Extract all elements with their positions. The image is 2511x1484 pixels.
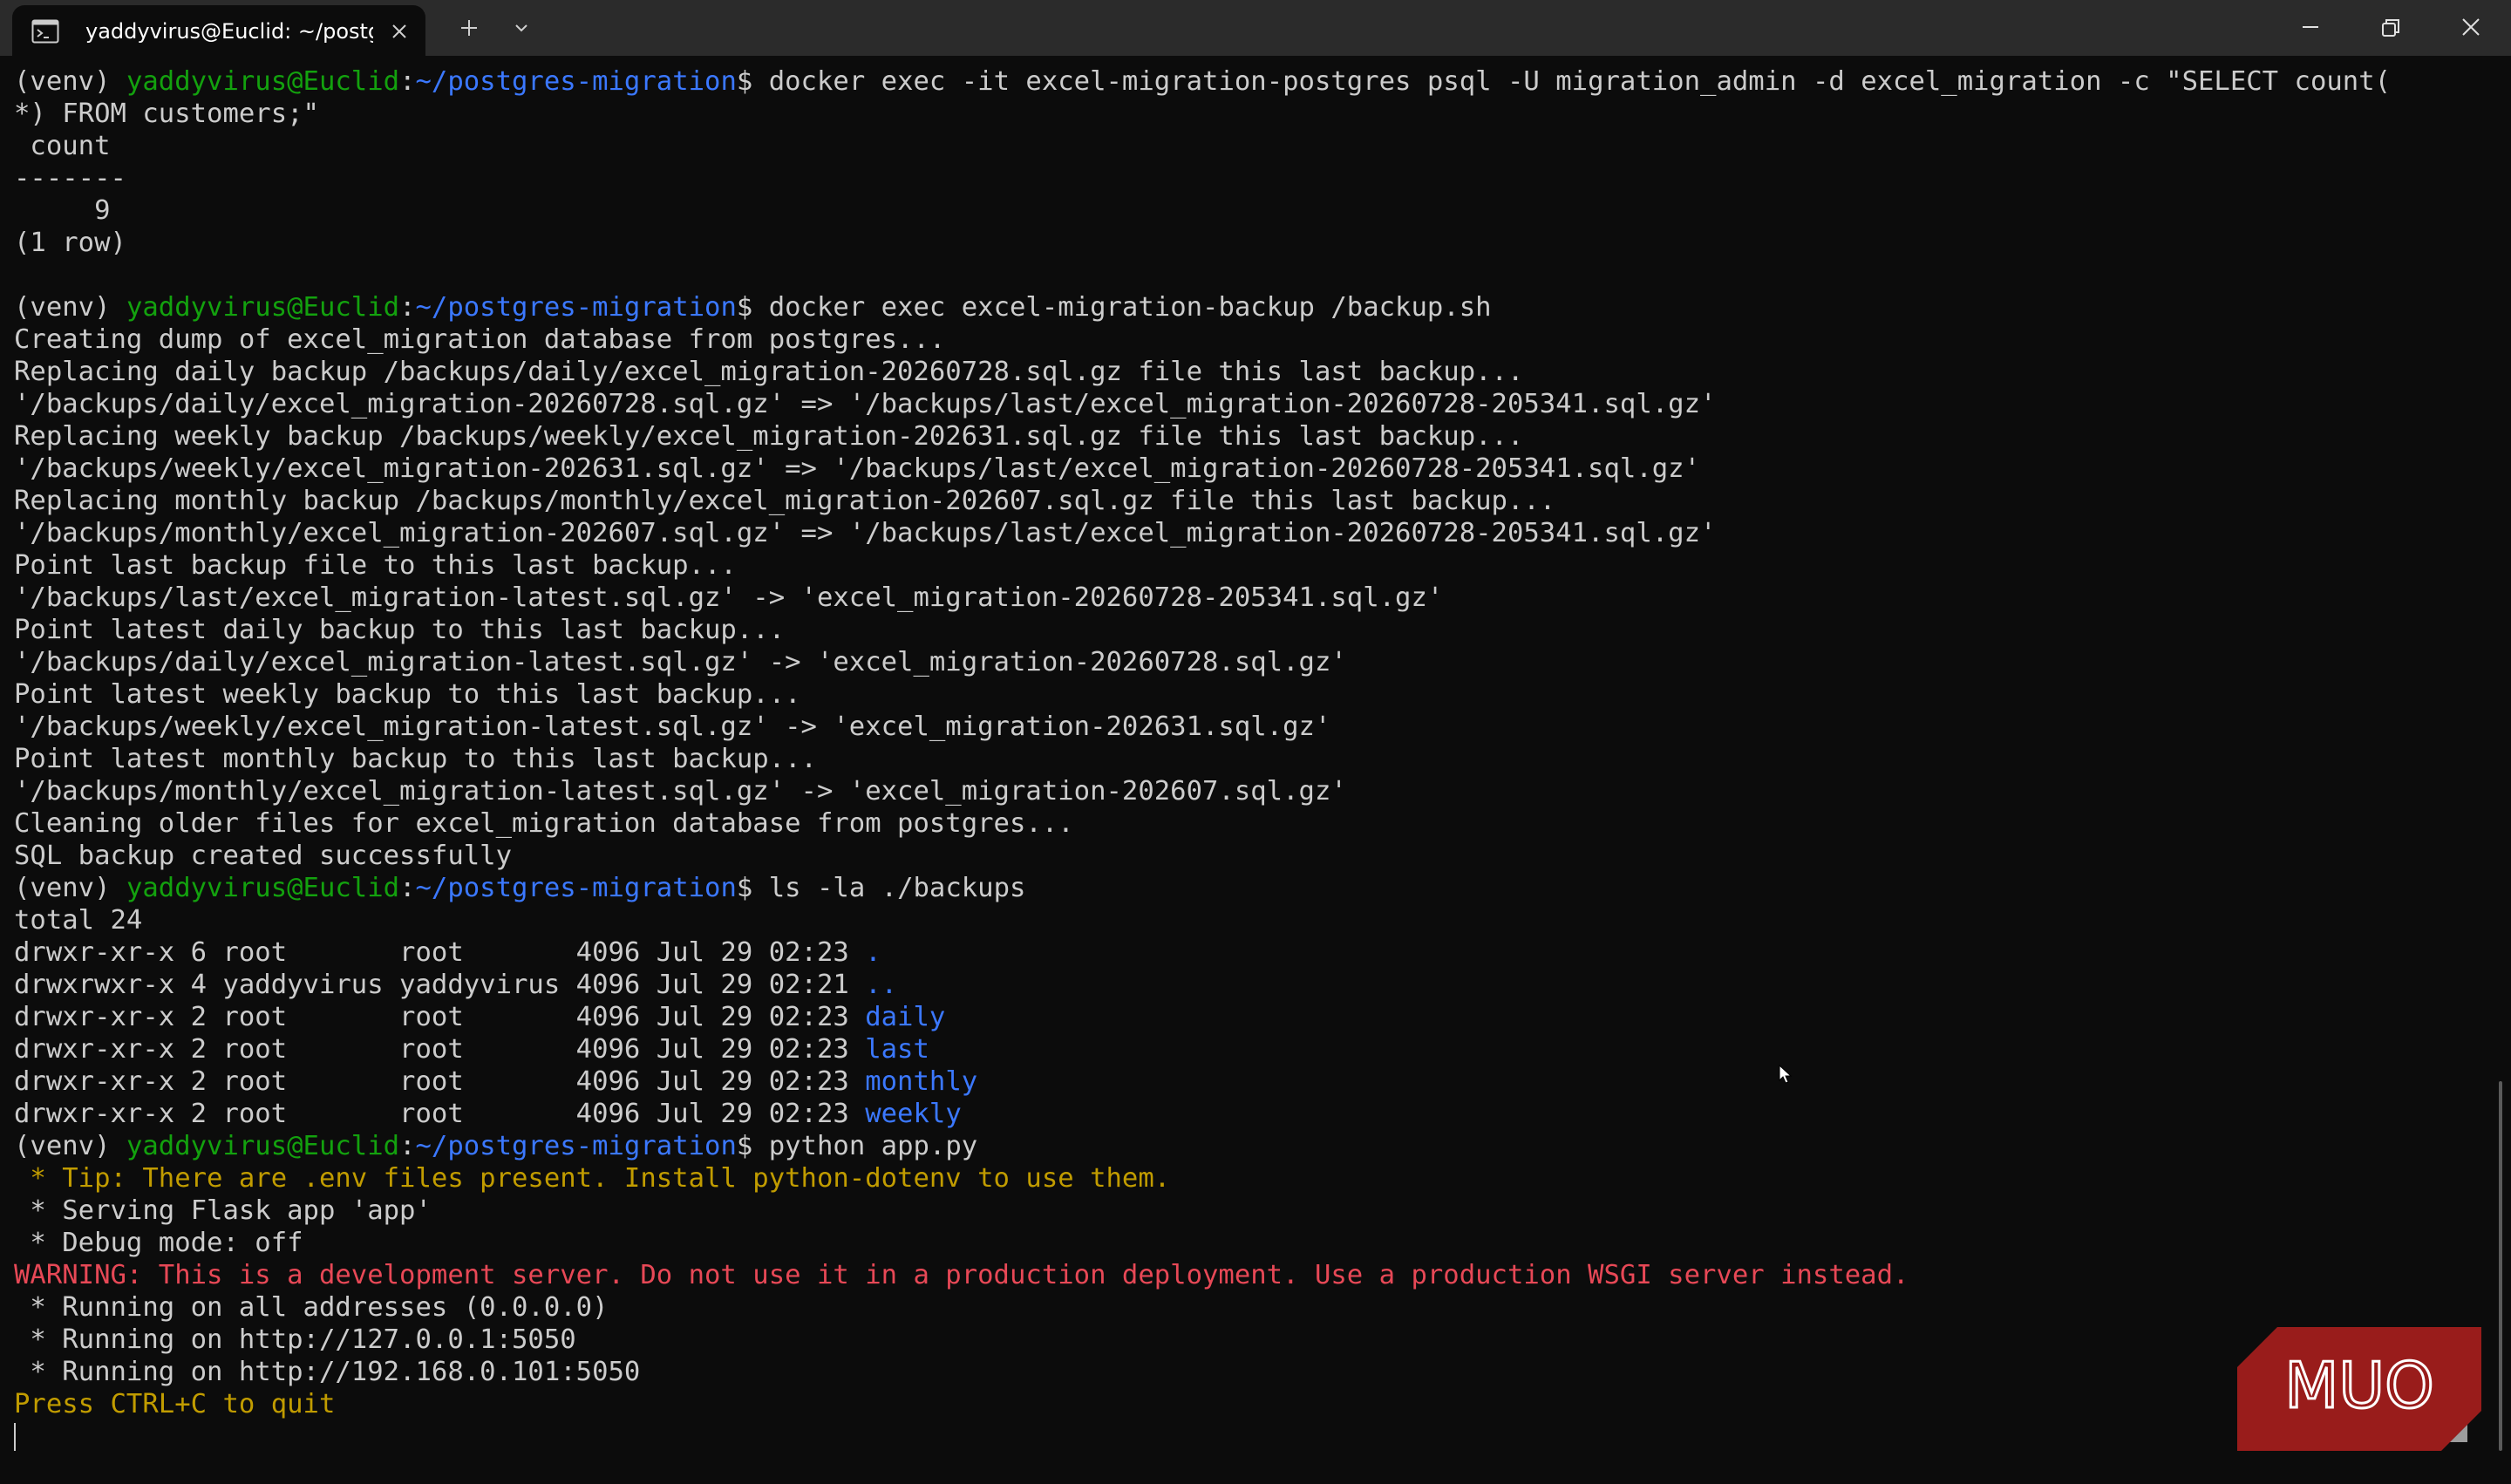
output-line: SQL backup created successfully — [14, 841, 512, 871]
scrollbar[interactable] — [2499, 1081, 2502, 1451]
directory-name: weekly — [865, 1099, 962, 1129]
prompt-dollar: $ — [736, 66, 769, 97]
command-text: docker exec -it excel-migration-postgres… — [768, 66, 2392, 97]
muo-watermark-logo: MUO — [2237, 1327, 2481, 1451]
prompt-user-host: yaddyvirus@Euclid — [126, 1131, 400, 1161]
ls-entry-info: drwxr-xr-x 2 root root 4096 Jul 29 02:23 — [14, 1099, 866, 1129]
command-text: docker exec excel-migration-backup /back… — [768, 292, 1492, 323]
flask-warning: WARNING: This is a development server. D… — [14, 1260, 1909, 1290]
prompt-user-host: yaddyvirus@Euclid — [126, 66, 400, 97]
title-bar: yaddyvirus@Euclid: ~/postgres-migration — [0, 0, 2511, 56]
flask-serving: * Serving Flask app 'app' — [14, 1195, 432, 1226]
close-icon[interactable] — [2431, 0, 2511, 56]
terminal-tab[interactable]: yaddyvirus@Euclid: ~/postgres-migration — [12, 5, 425, 56]
command-continuation: *) FROM customers;" — [14, 99, 319, 129]
ls-entry-info: drwxr-xr-x 6 root root 4096 Jul 29 02:23 — [14, 937, 866, 968]
flask-quit: Press CTRL+C to quit — [14, 1389, 336, 1419]
terminal-icon — [31, 19, 59, 44]
output-line: Point latest weekly backup to this last … — [14, 679, 801, 710]
prompt-dollar: $ — [736, 292, 769, 323]
text-cursor — [14, 1423, 16, 1451]
flask-debug: * Debug mode: off — [14, 1228, 303, 1258]
plus-icon[interactable] — [452, 12, 487, 44]
prompt-colon: : — [399, 1131, 416, 1161]
ls-entry-info: drwxr-xr-x 2 root root 4096 Jul 29 02:23 — [14, 1034, 866, 1065]
prompt-user-host: yaddyvirus@Euclid — [126, 873, 400, 903]
ls-entry-info: drwxr-xr-x 2 root root 4096 Jul 29 02:23 — [14, 1066, 866, 1097]
directory-name: last — [865, 1034, 929, 1065]
mouse-pointer-icon — [1779, 1065, 1793, 1084]
close-tab-icon[interactable] — [389, 21, 410, 42]
output-line: Replacing weekly backup /backups/weekly/… — [14, 421, 1524, 452]
prompt-path: ~/postgres-migration — [415, 292, 737, 323]
flask-running-local: * Running on http://127.0.0.1:5050 — [14, 1324, 576, 1355]
output-line: Point latest daily backup to this last b… — [14, 615, 786, 645]
output-line: Point latest monthly backup to this last… — [14, 744, 817, 774]
output-line: '/backups/daily/excel_migration-20260728… — [14, 389, 1717, 419]
ls-entry-info: drwxr-xr-x 2 root root 4096 Jul 29 02:23 — [14, 1002, 866, 1032]
directory-name: monthly — [865, 1066, 978, 1097]
output-line: '/backups/monthly/excel_migration-202607… — [14, 518, 1717, 548]
ls-entry: drwxr-xr-x 6 root root 4096 Jul 29 02:23… — [14, 936, 2511, 969]
output-line: '/backups/weekly/excel_migration-202631.… — [14, 453, 1700, 484]
ls-total: total 24 — [14, 905, 143, 936]
prompt-line: (venv) yaddyvirus@Euclid:~/postgres-migr… — [14, 872, 2511, 904]
ls-entry: drwxr-xr-x 2 root root 4096 Jul 29 02:23… — [14, 1065, 2511, 1098]
tab-title: yaddyvirus@Euclid: ~/postgres-migration — [85, 19, 373, 44]
prompt-path: ~/postgres-migration — [415, 1131, 737, 1161]
psql-rows: (1 row) — [14, 228, 126, 258]
flask-running-lan: * Running on http://192.168.0.101:5050 — [14, 1357, 641, 1387]
flask-tip: * Tip: There are .env files present. Ins… — [14, 1163, 1171, 1194]
restore-icon[interactable] — [2351, 0, 2431, 56]
venv-label: (venv) — [14, 1131, 126, 1161]
output-line: Creating dump of excel_migration databas… — [14, 324, 946, 355]
output-line: Replacing daily backup /backups/daily/ex… — [14, 357, 1524, 387]
output-line: '/backups/last/excel_migration-latest.sq… — [14, 582, 1444, 613]
watermark-text: MUO — [2284, 1349, 2434, 1422]
ls-entry-info: drwxrwxr-x 4 yaddyvirus yaddyvirus 4096 … — [14, 970, 866, 1000]
chevron-down-icon[interactable] — [504, 12, 539, 44]
ls-entry: drwxr-xr-x 2 root root 4096 Jul 29 02:23… — [14, 1001, 2511, 1033]
command-text: python app.py — [768, 1131, 978, 1161]
command-text: ls -la ./backups — [768, 873, 1026, 903]
prompt-user-host: yaddyvirus@Euclid — [126, 292, 400, 323]
prompt-line: (venv) yaddyvirus@Euclid:~/postgres-migr… — [14, 291, 2511, 323]
prompt-colon: : — [399, 292, 416, 323]
venv-label: (venv) — [14, 66, 126, 97]
output-line: Point last backup file to this last back… — [14, 550, 737, 581]
prompt-colon: : — [399, 66, 416, 97]
terminal-output[interactable]: (venv) yaddyvirus@Euclid:~/postgres-migr… — [14, 65, 2511, 1484]
prompt-line: (venv) yaddyvirus@Euclid:~/postgres-migr… — [14, 1130, 2511, 1162]
prompt-path: ~/postgres-migration — [415, 873, 737, 903]
prompt-path: ~/postgres-migration — [415, 66, 737, 97]
directory-name: daily — [865, 1002, 946, 1032]
psql-header: count — [14, 131, 111, 161]
prompt-colon: : — [399, 873, 416, 903]
flask-running-all: * Running on all addresses (0.0.0.0) — [14, 1292, 609, 1323]
output-line: '/backups/weekly/excel_migration-latest.… — [14, 711, 1331, 742]
ls-entry: drwxr-xr-x 2 root root 4096 Jul 29 02:23… — [14, 1098, 2511, 1130]
prompt-line: (venv) yaddyvirus@Euclid:~/postgres-migr… — [14, 65, 2511, 98]
directory-name: .. — [865, 970, 898, 1000]
output-line: '/backups/monthly/excel_migration-latest… — [14, 776, 1347, 807]
output-line: Cleaning older files for excel_migration… — [14, 808, 1074, 839]
output-line: '/backups/daily/excel_migration-latest.s… — [14, 647, 1347, 677]
venv-label: (venv) — [14, 292, 126, 323]
prompt-dollar: $ — [736, 1131, 769, 1161]
output-line: Replacing monthly backup /backups/monthl… — [14, 486, 1556, 516]
directory-name: . — [865, 937, 881, 968]
psql-value: 9 — [14, 195, 111, 226]
psql-separator: ------- — [14, 163, 126, 194]
ls-entry: drwxrwxr-x 4 yaddyvirus yaddyvirus 4096 … — [14, 969, 2511, 1001]
ls-entry: drwxr-xr-x 2 root root 4096 Jul 29 02:23… — [14, 1033, 2511, 1065]
venv-label: (venv) — [14, 873, 126, 903]
minimize-icon[interactable] — [2270, 0, 2351, 56]
prompt-dollar: $ — [736, 873, 769, 903]
